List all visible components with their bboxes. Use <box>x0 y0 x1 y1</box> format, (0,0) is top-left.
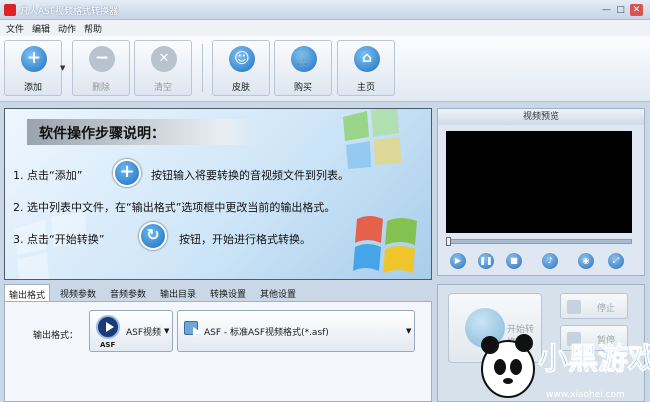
app-icon <box>4 4 16 16</box>
step2-text: 2. 选中列表中文件，在“输出格式”选项框中更改当前的输出格式。 <box>13 201 336 214</box>
maximize-icon[interactable]: □ <box>614 4 627 16</box>
menu-bar: 文件 编辑 动作 帮助 <box>0 20 650 36</box>
clear-button[interactable]: ✕ 清空 <box>134 40 192 96</box>
preview-title: 视频预览 <box>438 109 644 125</box>
minimize-icon[interactable]: — <box>600 4 613 16</box>
step1-text-b: 按钮输入将要转换的音视频文件到列表。 <box>151 169 349 182</box>
instruction-banner: 软件操作步骤说明： 1. 点击“添加” + 按钮输入将要转换的音视频文件到列表。… <box>4 108 432 280</box>
menu-help[interactable]: 帮助 <box>84 22 102 35</box>
stop-icon <box>567 300 581 314</box>
menu-action[interactable]: 动作 <box>58 22 76 35</box>
settings-tabs: 输出格式 视频参数 音频参数 输出目录 转换设置 其他设置 <box>4 284 432 302</box>
chevron-down-icon: ▼ <box>164 327 170 335</box>
play-icon[interactable]: ▶ <box>450 253 466 269</box>
toolbar: + 添加 ▼ − 删除 ✕ 清空 ☺ 皮肤 🛒 购买 ⌂ 主页 <box>0 36 650 102</box>
banner-title: 软件操作步骤说明： <box>39 126 165 142</box>
cart-icon: 🛒 <box>291 46 317 72</box>
snapshot-icon[interactable]: ◉ <box>578 253 594 269</box>
plus-icon: + <box>113 159 141 187</box>
plus-icon: + <box>21 46 47 72</box>
profile-select[interactable]: ASF - 标准ASF视频格式(*.asf) ▼ <box>177 310 415 352</box>
stop-icon[interactable]: ■ <box>506 253 522 269</box>
x-icon: ✕ <box>151 46 177 72</box>
step3-text-a: 3. 点击“开始转换” <box>13 233 105 246</box>
step1-text-a: 1. 点击“添加” <box>13 169 83 182</box>
chevron-down-icon: ▼ <box>406 327 412 335</box>
video-file-icon <box>184 321 201 337</box>
skin-button[interactable]: ☺ 皮肤 <box>212 40 270 96</box>
add-button[interactable]: + 添加 <box>4 40 62 96</box>
tab-convert-settings[interactable]: 转换设置 <box>206 284 250 302</box>
watermark-logo: 小黑游戏 www.xiaohei.com <box>481 334 650 400</box>
stop-button[interactable]: 停止 <box>560 293 628 319</box>
step3-text-b: 按钮，开始进行格式转换。 <box>179 233 311 246</box>
fullscreen-icon[interactable]: ⤢ <box>608 253 624 269</box>
home-button[interactable]: ⌂ 主页 <box>337 40 395 96</box>
refresh-icon: ↻ <box>139 222 167 250</box>
close-icon[interactable]: ✕ <box>630 4 643 16</box>
video-screen <box>446 131 632 233</box>
tab-other-settings[interactable]: 其他设置 <box>256 284 300 302</box>
format-value: ASF视频 <box>126 328 162 338</box>
window-title: 凡人ASF视频格式转换器 <box>20 7 119 17</box>
home-icon: ⌂ <box>354 46 380 72</box>
add-dropdown-arrow[interactable]: ▼ <box>60 64 65 72</box>
format-select[interactable]: ASF ASF视频 ▼ <box>89 310 173 352</box>
play-icon <box>96 315 120 339</box>
smiley-icon: ☺ <box>229 46 255 72</box>
minus-icon: − <box>89 46 115 72</box>
tab-video-params[interactable]: 视频参数 <box>56 284 100 302</box>
menu-file[interactable]: 文件 <box>6 22 24 35</box>
output-format-label: 输出格式： <box>33 331 79 341</box>
windows-flag-icon <box>353 216 417 273</box>
toolbar-separator <box>202 44 203 92</box>
watermark-brand: 小黑游戏 <box>538 342 650 377</box>
output-format-panel: 输出格式： ASF ASF视频 ▼ ASF - 标准ASF视频格式(*.asf)… <box>4 301 432 402</box>
menu-edit[interactable]: 编辑 <box>32 22 50 35</box>
format-icon-label: ASF <box>100 341 116 349</box>
tab-output-dir[interactable]: 输出目录 <box>156 284 200 302</box>
tab-output-format[interactable]: 输出格式 <box>4 284 51 302</box>
watermark-url: www.xiaohei.com <box>546 390 625 400</box>
pause-icon[interactable]: ❚❚ <box>478 253 494 269</box>
video-preview-panel: 视频预览 ▶ ❚❚ ■ ♪ ◉ ⤢ <box>437 108 645 276</box>
buy-button[interactable]: 🛒 购买 <box>274 40 332 96</box>
volume-icon[interactable]: ♪ <box>542 253 558 269</box>
delete-button[interactable]: − 删除 <box>72 40 130 96</box>
title-bar: 凡人ASF视频格式转换器 — □ ✕ <box>0 0 650 20</box>
seek-handle[interactable] <box>446 237 451 246</box>
profile-value: ASF - 标准ASF视频格式(*.asf) <box>204 328 329 338</box>
tab-audio-params[interactable]: 音频参数 <box>106 284 150 302</box>
seek-bar[interactable] <box>446 237 632 246</box>
